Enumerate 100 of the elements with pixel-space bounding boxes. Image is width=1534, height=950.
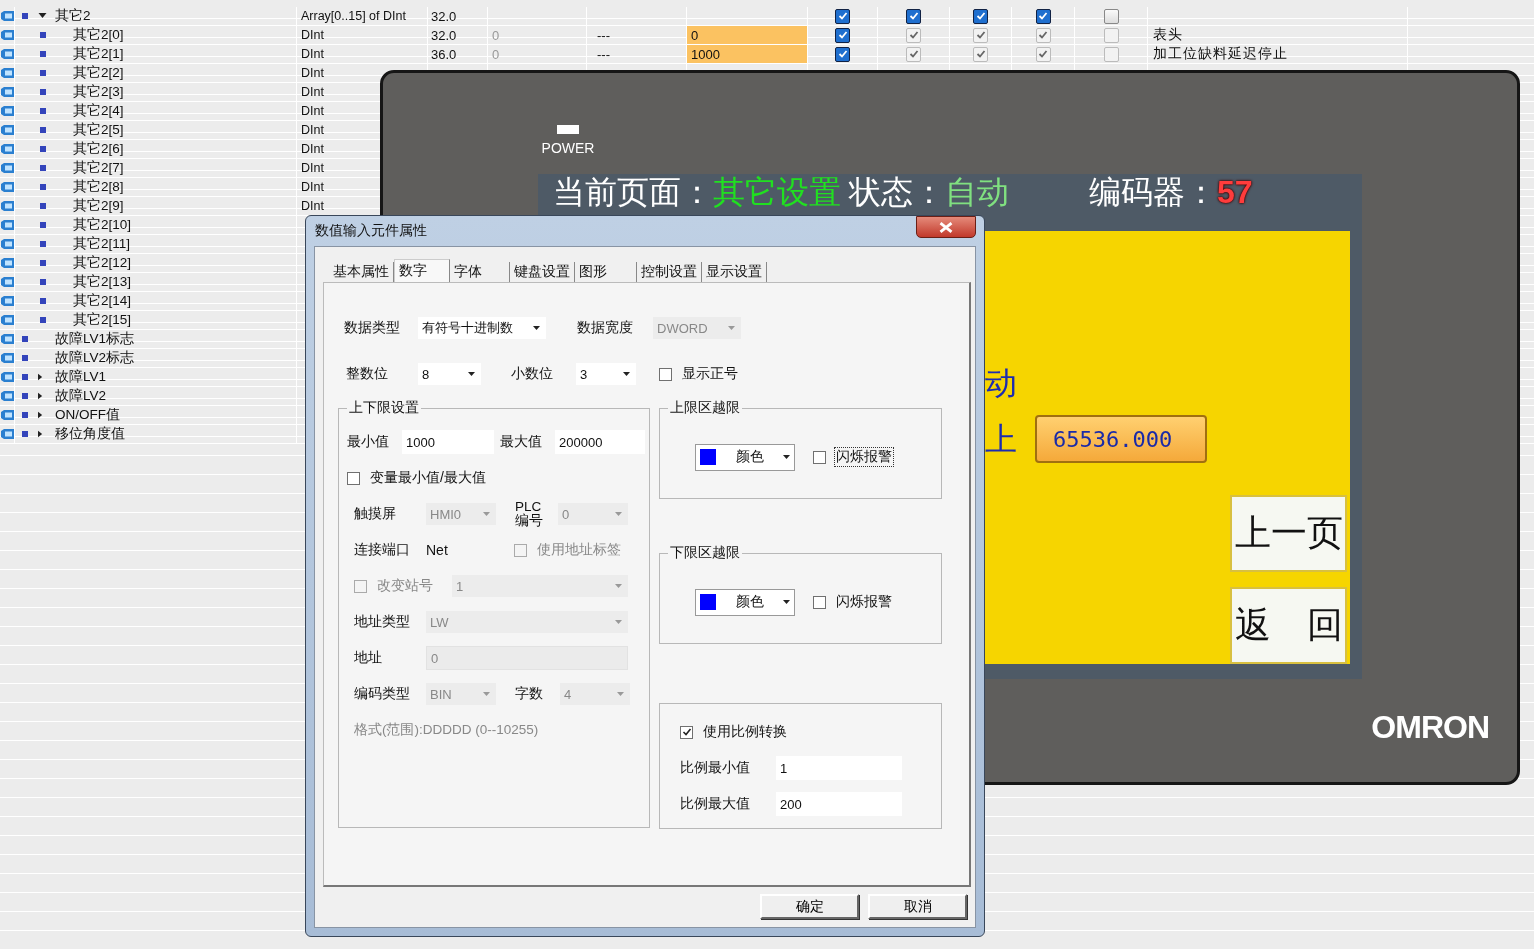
variable-name: 故障LV2标志	[55, 349, 135, 367]
checkbox-label: 变量最小值/最大值	[369, 468, 487, 487]
bullet-icon	[40, 89, 46, 95]
input-field[interactable]: 1	[776, 756, 902, 780]
tag-icon	[0, 391, 14, 401]
field-label: 小数位	[511, 365, 554, 383]
checkmark-icon	[975, 49, 986, 59]
variable-name: 其它2[7]	[73, 159, 124, 177]
table-cell: DInt	[301, 66, 324, 80]
screen-button[interactable]: 返 回	[1230, 587, 1347, 664]
bullet-icon	[40, 184, 46, 190]
dialog-button[interactable]: 取消	[868, 894, 967, 919]
field-label: 最小值	[347, 433, 390, 451]
checkbox[interactable]	[906, 8, 921, 24]
variable-name: 其它2[12]	[73, 254, 132, 272]
close-icon	[939, 221, 953, 233]
expand-icon[interactable]	[38, 430, 43, 438]
bullet-icon	[40, 70, 46, 76]
tab[interactable]: 数字	[394, 259, 450, 282]
table-cell: 0	[492, 27, 500, 43]
checkbox-label: 闪烁报警	[835, 592, 893, 611]
checkbox[interactable]	[680, 725, 693, 739]
tag-icon	[0, 372, 14, 382]
expand-icon[interactable]	[38, 373, 43, 381]
caret-icon	[617, 692, 624, 696]
header-text: 状态：	[849, 174, 945, 210]
power-led-icon	[557, 125, 579, 134]
input-field[interactable]: 200	[776, 792, 902, 816]
start-value-cell[interactable]: 0	[687, 26, 807, 44]
variable-name: 其它2[4]	[73, 102, 124, 120]
comment-cell: 加工位缺料延迟停止	[1153, 45, 1288, 63]
tag-icon	[0, 296, 14, 306]
caret-icon	[783, 600, 790, 604]
screen-text: 上	[985, 421, 1017, 457]
color-dropdown[interactable]: 颜色	[695, 588, 795, 616]
window-title: 数值输入元件属性	[314, 222, 427, 240]
tag-icon	[0, 239, 14, 249]
checkmark-icon	[908, 30, 919, 40]
bullet-icon	[22, 336, 28, 342]
checkbox[interactable]	[835, 46, 850, 62]
bullet-icon	[22, 374, 28, 380]
checkbox[interactable]	[973, 8, 988, 24]
dropdown[interactable]: 8	[418, 363, 481, 385]
tag-icon	[0, 49, 14, 59]
field-label: 比例最大值	[680, 795, 751, 813]
variable-name: 其它2[14]	[73, 292, 132, 310]
caret-icon	[483, 512, 490, 516]
caret-icon	[615, 512, 622, 516]
table-cell: DInt	[301, 161, 324, 175]
caret-icon	[728, 326, 735, 330]
value-display[interactable]: 65536.000	[1035, 415, 1207, 463]
table-cell: DInt	[301, 47, 324, 61]
table-cell: Array[0..15] of DInt	[301, 9, 406, 23]
checkbox[interactable]	[813, 595, 826, 609]
caret-icon	[615, 584, 622, 588]
expand-icon[interactable]	[38, 411, 43, 419]
field-label: 数据类型	[344, 319, 401, 337]
header-text: 当前页面：	[553, 174, 713, 210]
variable-name: 其它2[5]	[73, 121, 124, 139]
bullet-icon	[40, 222, 46, 228]
tag-icon	[0, 11, 14, 21]
expand-icon[interactable]	[38, 392, 43, 400]
group-title: 上下限设置	[347, 399, 421, 417]
color-dropdown[interactable]: 颜色	[695, 443, 795, 471]
checkbox[interactable]	[347, 471, 360, 485]
bullet-icon	[40, 298, 46, 304]
bullet-icon	[22, 412, 28, 418]
format-note: 格式(范围):DDDDD (0--10255)	[354, 721, 539, 739]
screen-button[interactable]: 上一页	[1230, 495, 1347, 572]
dropdown[interactable]: 有符号十进制数	[418, 317, 546, 339]
variable-name: 其它2[8]	[73, 178, 124, 196]
header-text: 编码器：	[1089, 174, 1217, 210]
checkbox[interactable]	[813, 450, 826, 464]
dialog-button[interactable]: 确定	[760, 894, 859, 919]
collapse-icon[interactable]	[38, 13, 47, 19]
checkbox[interactable]	[1103, 8, 1119, 24]
group-title: 下限区越限	[668, 544, 742, 562]
bullet-icon	[22, 13, 28, 19]
table-cell: 0	[492, 46, 500, 62]
tag-icon	[0, 106, 14, 116]
close-button[interactable]	[916, 216, 976, 238]
checkbox[interactable]	[835, 27, 850, 43]
checkbox[interactable]	[659, 367, 672, 381]
table-cell: DInt	[301, 85, 324, 99]
start-value-cell[interactable]: 1000	[687, 45, 807, 63]
checkmark-icon	[681, 727, 692, 737]
tag-icon	[0, 258, 14, 268]
input-field[interactable]: 1000	[402, 430, 494, 454]
tag-icon	[0, 68, 14, 78]
caret-icon	[483, 692, 490, 696]
caret-icon	[468, 372, 475, 376]
dropdown[interactable]: 3	[576, 363, 636, 385]
tag-icon	[0, 277, 14, 287]
checkbox-label: 显示正号	[681, 364, 739, 383]
checkbox[interactable]	[1035, 8, 1051, 24]
checkbox[interactable]	[835, 8, 850, 24]
input-field[interactable]: 200000	[555, 430, 645, 454]
header-text: 57	[1217, 174, 1253, 210]
field-label: 编码类型	[354, 685, 411, 703]
variable-name: 故障LV1标志	[55, 330, 135, 348]
